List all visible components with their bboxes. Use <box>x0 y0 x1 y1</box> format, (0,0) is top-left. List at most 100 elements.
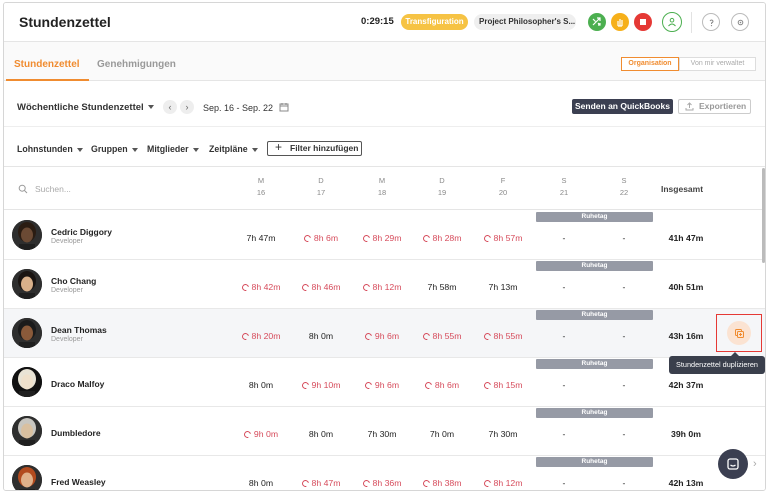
avatar[interactable] <box>12 318 42 348</box>
hours-cell[interactable]: 8h 6m <box>412 380 472 391</box>
export-button[interactable]: Exportieren <box>678 99 751 114</box>
hours-cell[interactable]: 8h 12m <box>352 282 412 293</box>
row-total: 41h 47m <box>668 233 704 243</box>
gear-icon <box>737 19 743 25</box>
filter-payroll-hours[interactable]: Lohnstunden <box>17 144 83 154</box>
hours-cell[interactable]: 7h 0m <box>412 429 472 439</box>
hours-cell[interactable]: 7h 30m <box>473 429 533 439</box>
switch-task-button[interactable] <box>588 13 606 31</box>
hours-cell[interactable]: 8h 55m <box>473 331 533 342</box>
hours-value: 8h 0m <box>248 380 274 390</box>
filter-groups[interactable]: Gruppen <box>91 144 138 154</box>
avatar[interactable] <box>12 465 42 490</box>
hours-cell[interactable]: 8h 20m <box>231 331 291 342</box>
chevron-right-icon[interactable]: › <box>753 458 757 470</box>
caret-down-icon <box>76 147 83 152</box>
hours-cell[interactable]: - <box>534 429 594 439</box>
table-row[interactable]: Cho Chang Developer 8h 42m 8h 46m 8h 12m 7h 5… <box>4 260 765 309</box>
hours-cell[interactable]: 8h 28m <box>412 233 472 244</box>
stop-icon <box>640 19 646 25</box>
hours-cell[interactable]: - <box>534 233 594 243</box>
hours-cell[interactable]: - <box>594 478 654 488</box>
break-button[interactable] <box>611 13 629 31</box>
project-pill[interactable]: Project Philosopher's S... <box>474 14 576 30</box>
hours-cell[interactable]: 7h 47m <box>231 233 291 243</box>
hours-cell[interactable]: 8h 6m <box>291 233 351 244</box>
duplicate-timesheet-button[interactable] <box>727 321 751 345</box>
hours-cell[interactable]: 8h 47m <box>291 478 351 489</box>
hours-cell[interactable]: 7h 13m <box>473 282 533 292</box>
chat-button[interactable] <box>718 449 748 479</box>
table-row[interactable]: Dumbledore 9h 0m 8h 0m 7h 30m 7h 0m 7h 30m - - R… <box>4 407 765 456</box>
hours-cell[interactable]: - <box>594 233 654 243</box>
hours-cell[interactable]: - <box>594 429 654 439</box>
table-row[interactable]: Dean Thomas Developer 8h 20m 8h 0m 9h 6m 8h 5… <box>4 309 765 358</box>
hours-cell[interactable]: 8h 12m <box>473 478 533 489</box>
tab-approvals[interactable]: Genehmigungen <box>97 59 176 70</box>
filter-members[interactable]: Mitglieder <box>147 144 199 154</box>
avatar[interactable] <box>12 269 42 299</box>
hours-cell[interactable]: - <box>594 331 654 341</box>
avatar[interactable] <box>12 367 42 397</box>
help-button[interactable] <box>702 13 720 31</box>
hours-cell[interactable]: 8h 38m <box>412 478 472 489</box>
member-name[interactable]: Draco Malfoy <box>51 379 104 389</box>
hours-cell[interactable]: 8h 46m <box>291 282 351 293</box>
avatar[interactable] <box>12 220 42 250</box>
member-name[interactable]: Fred Weasley <box>51 477 106 487</box>
day-number: 19 <box>437 188 447 197</box>
member-name[interactable]: Dean Thomas <box>51 325 107 335</box>
task-pill[interactable]: Transfiguration <box>401 14 468 30</box>
hours-cell[interactable]: - <box>594 380 654 390</box>
hours-cell[interactable]: 7h 58m <box>412 282 472 292</box>
hours-cell[interactable]: 8h 36m <box>352 478 412 489</box>
prev-week-button[interactable]: ‹ <box>163 100 177 114</box>
hours-cell[interactable]: 9h 6m <box>352 331 412 342</box>
member-name[interactable]: Dumbledore <box>51 428 101 438</box>
hours-cell[interactable]: 7h 30m <box>352 429 412 439</box>
next-week-button[interactable]: › <box>180 100 194 114</box>
calendar-icon[interactable] <box>279 102 289 112</box>
overtime-icon <box>361 478 371 489</box>
scope-managed-toggle[interactable]: Von mir verwaltet <box>679 57 756 71</box>
hours-cell[interactable]: - <box>594 282 654 292</box>
hours-cell[interactable]: 8h 0m <box>291 331 351 341</box>
hours-value: 8h 0m <box>248 478 274 488</box>
hours-cell[interactable]: 8h 0m <box>231 478 291 488</box>
add-filter-button[interactable]: + Filter hinzufügen <box>267 141 362 156</box>
table-row[interactable]: Fred Weasley 8h 0m 8h 47m 8h 36m 8h 38m 8h 12… <box>4 456 765 490</box>
hours-cell[interactable]: - <box>534 380 594 390</box>
tab-timesheets[interactable]: Stundenzettel <box>14 59 80 70</box>
hours-cell[interactable]: 8h 0m <box>231 380 291 390</box>
search-input[interactable]: Suchen... <box>35 184 71 194</box>
hours-cell[interactable]: 9h 6m <box>352 380 412 391</box>
filter-schedules[interactable]: Zeitpläne <box>209 144 258 154</box>
hours-cell[interactable]: 9h 10m <box>291 380 351 391</box>
hours-cell[interactable]: - <box>534 331 594 341</box>
hours-cell[interactable]: 8h 29m <box>352 233 412 244</box>
hours-value: 8h 0m <box>308 331 334 341</box>
scope-organisation-toggle[interactable]: Organisation <box>621 57 679 71</box>
scrollbar[interactable] <box>762 168 765 263</box>
view-select[interactable]: Wöchentliche Stundenzettel <box>17 102 154 113</box>
avatar[interactable] <box>12 416 42 446</box>
hours-cell[interactable]: 8h 57m <box>473 233 533 244</box>
hours-cell[interactable]: - <box>534 282 594 292</box>
help-icon <box>709 19 714 26</box>
table-row[interactable]: Draco Malfoy 8h 0m 9h 10m 9h 6m 8h 6m 8h 15m -… <box>4 358 765 407</box>
stop-timer-button[interactable] <box>634 13 652 31</box>
hours-cell[interactable]: - <box>534 478 594 488</box>
hours-cell[interactable]: 8h 15m <box>473 380 533 391</box>
send-quickbooks-button[interactable]: Senden an QuickBooks <box>572 99 673 114</box>
hours-cell[interactable]: 9h 0m <box>231 429 291 440</box>
overtime-icon <box>482 233 492 244</box>
member-name[interactable]: Cedric Diggory <box>51 227 112 237</box>
hours-cell[interactable]: 8h 55m <box>412 331 472 342</box>
hours-cell[interactable]: 8h 42m <box>231 282 291 293</box>
member-name[interactable]: Cho Chang <box>51 276 96 286</box>
day-number: 21 <box>559 188 569 197</box>
hours-cell[interactable]: 8h 0m <box>291 429 351 439</box>
table-row[interactable]: Cedric Diggory Developer 7h 47m 8h 6m 8h 29m… <box>4 211 765 260</box>
user-status-button[interactable] <box>662 12 682 32</box>
settings-button[interactable] <box>731 13 749 31</box>
